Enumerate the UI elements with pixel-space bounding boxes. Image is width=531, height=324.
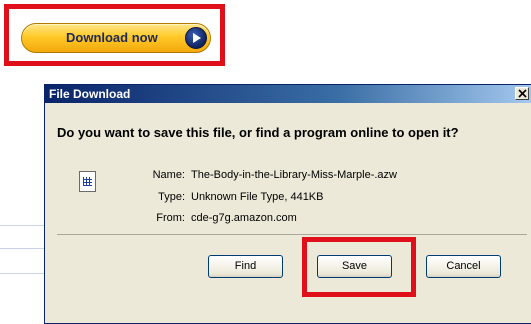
save-highlight-box <box>302 237 416 297</box>
dialog-title: File Download <box>49 87 131 101</box>
file-name-value: The-Body-in-the-Library-Miss-Marple-.azw <box>191 169 397 181</box>
divider <box>57 234 527 235</box>
download-highlight-box <box>4 4 225 66</box>
file-icon <box>79 171 96 192</box>
find-button[interactable]: Find <box>208 255 283 278</box>
from-label: From: <box>156 212 185 224</box>
cancel-button[interactable]: Cancel <box>426 255 501 278</box>
dialog-titlebar[interactable]: File Download <box>45 85 531 103</box>
file-type-row: Type: Unknown File Type, 441KB <box>145 191 323 203</box>
background-line <box>0 273 44 274</box>
file-download-dialog: File Download Do you want to save this f… <box>44 84 531 324</box>
file-name-row: Name: The-Body-in-the-Library-Miss-Marple… <box>145 169 397 181</box>
close-icon <box>518 89 527 98</box>
dialog-question: Do you want to save this file, or find a… <box>57 125 459 140</box>
file-from-row: From: cde-g7g.amazon.com <box>145 212 297 224</box>
background-line <box>0 248 44 249</box>
background-line <box>0 225 44 226</box>
close-button[interactable] <box>515 87 529 100</box>
name-label: Name: <box>152 169 185 181</box>
file-type-value: Unknown File Type, 441KB <box>191 191 324 203</box>
file-from-value: cde-g7g.amazon.com <box>191 212 297 224</box>
type-label: Type: <box>158 191 185 203</box>
